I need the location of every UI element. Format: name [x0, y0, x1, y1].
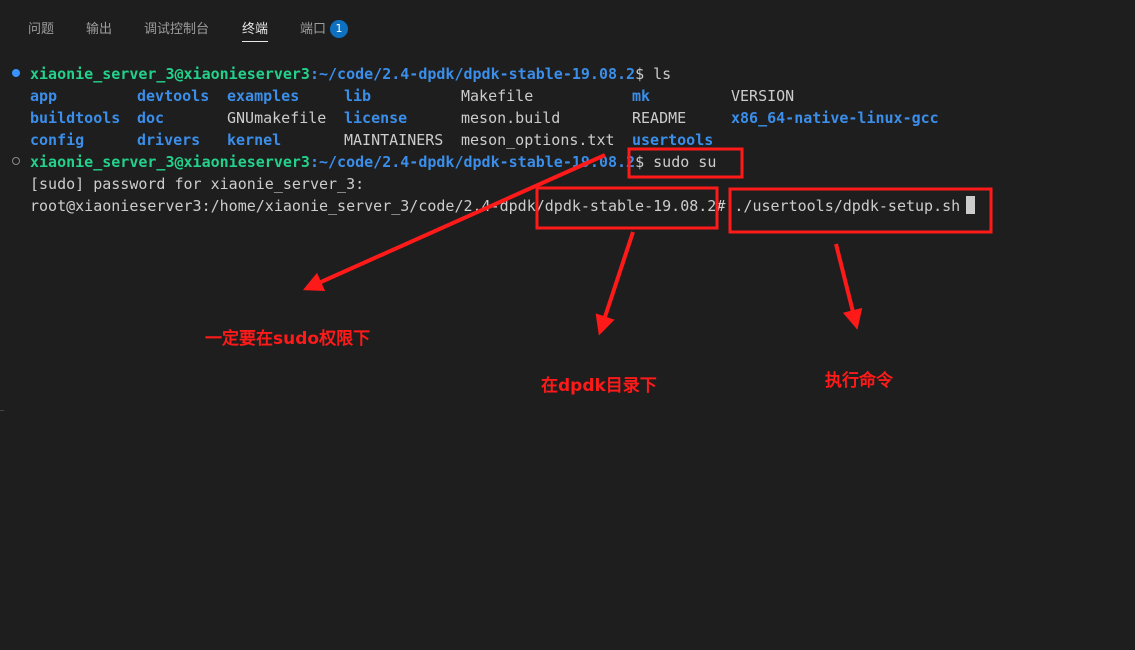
annotation-dir: 在dpdk目录下	[541, 376, 657, 396]
annotation-overlay	[302, 147, 993, 336]
annotation-sudo: 一定要在sudo权限下	[205, 329, 371, 349]
highlight-box-dir	[535, 186, 719, 230]
highlight-box-cmd	[728, 187, 993, 234]
highlight-box-sudo	[627, 147, 744, 179]
arrow-cmd	[834, 243, 863, 330]
arrow-dir	[595, 231, 635, 336]
annotation-cmd: 执行命令	[825, 371, 893, 391]
arrow-sudo	[302, 153, 606, 292]
